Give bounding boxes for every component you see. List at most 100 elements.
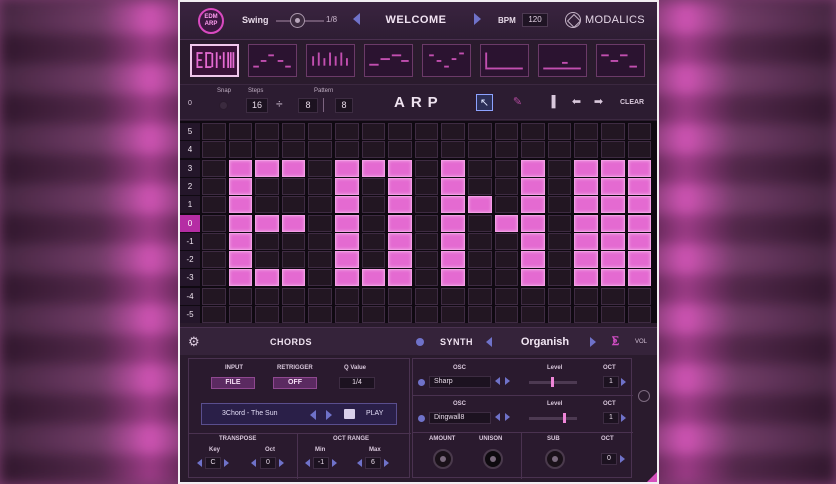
- grid-cell[interactable]: [281, 196, 306, 214]
- grid-cell[interactable]: [255, 159, 279, 177]
- grid-cell[interactable]: [468, 141, 492, 159]
- next-chord-icon[interactable]: [326, 410, 332, 420]
- grid-cell[interactable]: [547, 251, 572, 269]
- pointer-icon[interactable]: ↖: [476, 94, 493, 111]
- grid-cell[interactable]: [228, 177, 253, 195]
- grid-cell[interactable]: [521, 123, 545, 140]
- grid-cell[interactable]: [202, 214, 226, 232]
- grid-cell[interactable]: [228, 159, 253, 177]
- grid-cell[interactable]: [308, 232, 332, 250]
- grid-cell[interactable]: [228, 287, 253, 305]
- grid-cell[interactable]: [521, 196, 545, 214]
- grid-cell[interactable]: [601, 123, 625, 140]
- grid-cell[interactable]: [255, 232, 279, 250]
- grid-cell[interactable]: [627, 214, 652, 232]
- grid-cell[interactable]: [202, 196, 226, 214]
- grid-cell[interactable]: [601, 159, 625, 177]
- grid-cell[interactable]: [388, 287, 412, 305]
- grid-cell[interactable]: [601, 287, 625, 305]
- min-value[interactable]: -1: [313, 457, 329, 469]
- grid-cell[interactable]: [228, 123, 253, 140]
- grid-cell[interactable]: [335, 214, 359, 232]
- grid-cell[interactable]: [255, 306, 279, 323]
- osc2-prev-icon[interactable]: [495, 413, 500, 421]
- grid-cell[interactable]: [202, 306, 226, 323]
- sub-oct-up-icon[interactable]: [620, 455, 625, 463]
- grid-cell[interactable]: [281, 269, 306, 287]
- grid-cell[interactable]: [627, 251, 652, 269]
- grid-cell[interactable]: [202, 159, 226, 177]
- grid-cell[interactable]: [468, 214, 492, 232]
- grid-cell[interactable]: [601, 177, 625, 195]
- grid-cell[interactable]: [414, 159, 439, 177]
- grid-cell[interactable]: [521, 306, 545, 323]
- grid-cell[interactable]: [468, 196, 492, 214]
- grid-cell[interactable]: [281, 177, 306, 195]
- grid-cell[interactable]: [547, 196, 572, 214]
- oct-value[interactable]: 0: [260, 457, 276, 469]
- grid-cell[interactable]: [468, 287, 492, 305]
- grid-cell[interactable]: [441, 306, 465, 323]
- grid-cell[interactable]: [627, 306, 652, 323]
- min-up-icon[interactable]: [332, 459, 337, 467]
- preset-name[interactable]: WELCOME: [376, 14, 456, 26]
- grid-cell[interactable]: [388, 214, 412, 232]
- swing-slider-knob[interactable]: [290, 13, 305, 28]
- grid-cell[interactable]: [521, 159, 545, 177]
- grid-cell[interactable]: [361, 251, 386, 269]
- grid-cell[interactable]: [361, 159, 386, 177]
- grid-cell[interactable]: [361, 232, 386, 250]
- next-synth-preset-icon[interactable]: [590, 337, 596, 347]
- grid-cell[interactable]: [228, 214, 253, 232]
- input-button[interactable]: FILE: [211, 377, 255, 389]
- grid-cell[interactable]: [601, 141, 625, 159]
- arp-grid[interactable]: 5 4 3 2 1 0 -1 -2 -3 -4 -5: [180, 121, 657, 323]
- grid-cell[interactable]: [521, 287, 545, 305]
- grid-cell[interactable]: [228, 306, 253, 323]
- grid-cell[interactable]: [547, 214, 572, 232]
- grid-cell[interactable]: [627, 141, 652, 159]
- grid-cell[interactable]: [441, 214, 465, 232]
- grid-cell[interactable]: [601, 196, 625, 214]
- grid-cell[interactable]: [388, 141, 412, 159]
- grid-cell[interactable]: [414, 287, 439, 305]
- key-value[interactable]: C: [205, 457, 221, 469]
- grid-cell[interactable]: [521, 269, 545, 287]
- grid-cell[interactable]: [361, 177, 386, 195]
- snap-toggle[interactable]: [219, 101, 228, 110]
- prev-chord-icon[interactable]: [310, 410, 316, 420]
- grid-cell[interactable]: [228, 269, 253, 287]
- osc2-oct-value[interactable]: 1: [603, 412, 619, 424]
- grid-cell[interactable]: [601, 251, 625, 269]
- resize-corner-icon[interactable]: [647, 472, 657, 482]
- grid-cell[interactable]: [627, 177, 652, 195]
- grid-cell[interactable]: [308, 269, 332, 287]
- grid-cell[interactable]: [308, 287, 332, 305]
- grid-cell[interactable]: [388, 196, 412, 214]
- osc2-power-icon[interactable]: [418, 415, 425, 422]
- waveform-icon[interactable]: ⨊: [612, 335, 619, 348]
- oct-down-icon[interactable]: [251, 459, 256, 467]
- grid-cell[interactable]: [601, 269, 625, 287]
- key-down-icon[interactable]: [197, 459, 202, 467]
- pattern-thumb-8[interactable]: [596, 44, 645, 77]
- grid-cell[interactable]: [202, 269, 226, 287]
- grid-cell[interactable]: [388, 269, 412, 287]
- pattern-input[interactable]: 8: [335, 98, 353, 113]
- grid-cell[interactable]: [414, 269, 439, 287]
- grid-cell[interactable]: [547, 159, 572, 177]
- grid-cell[interactable]: [414, 196, 439, 214]
- arrow-left-icon[interactable]: ⬅: [568, 94, 585, 111]
- grid-cell[interactable]: [547, 141, 572, 159]
- grid-cell[interactable]: [627, 159, 652, 177]
- grid-cell[interactable]: [627, 287, 652, 305]
- grid-cell[interactable]: [228, 141, 253, 159]
- next-preset-arrow-icon[interactable]: [474, 13, 481, 25]
- grid-cell[interactable]: [441, 177, 465, 195]
- grid-cell[interactable]: [494, 196, 519, 214]
- gear-icon[interactable]: ⚙: [188, 334, 200, 350]
- grid-cell[interactable]: [574, 287, 598, 305]
- osc1-wave-select[interactable]: Sharp: [429, 376, 491, 388]
- grid-cell[interactable]: [308, 306, 332, 323]
- grid-cell[interactable]: [361, 306, 386, 323]
